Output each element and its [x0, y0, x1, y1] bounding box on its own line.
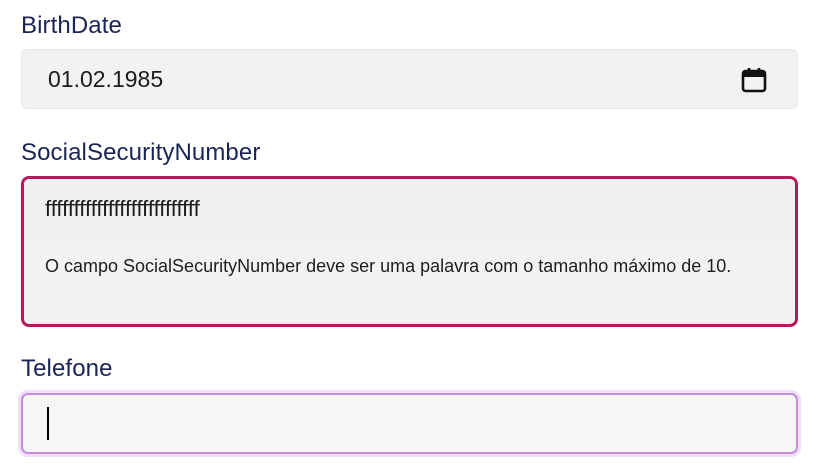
telefone-input[interactable]: [21, 393, 798, 454]
birthdate-label: BirthDate: [21, 12, 122, 39]
ssn-field-group: fffffffffffffffffffffffffff O campo Soci…: [21, 176, 798, 327]
birthdate-value: 01.02.1985: [48, 66, 164, 92]
calendar-icon[interactable]: [741, 67, 767, 93]
ssn-input[interactable]: fffffffffffffffffffffffffff: [24, 179, 795, 238]
ssn-label: SocialSecurityNumber: [21, 139, 261, 166]
ssn-error-message: O campo SocialSecurityNumber deve ser um…: [45, 256, 732, 276]
birthdate-input[interactable]: 01.02.1985: [21, 49, 798, 109]
text-caret: [47, 407, 49, 440]
ssn-value: fffffffffffffffffffffffffff: [45, 196, 200, 221]
telefone-label: Telefone: [21, 355, 113, 382]
